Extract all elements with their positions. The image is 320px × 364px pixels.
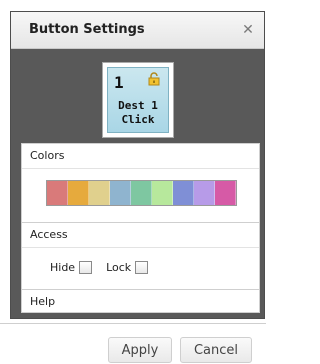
colors-panel: Colors — [21, 143, 260, 227]
lock-label: Lock — [106, 261, 132, 274]
button-preview-face: 1 Dest 1 Click — [107, 67, 169, 133]
color-swatch-9[interactable] — [215, 181, 236, 205]
color-swatch-5[interactable] — [131, 181, 152, 205]
close-icon[interactable]: ✕ — [240, 22, 256, 38]
button-number: 1 — [114, 73, 124, 92]
hide-checkbox[interactable] — [79, 261, 93, 274]
button-preview[interactable]: 1 Dest 1 Click — [102, 62, 174, 138]
dialog-titlebar: Button Settings ✕ — [11, 12, 264, 49]
color-swatch-row — [46, 180, 237, 206]
color-swatch-6[interactable] — [152, 181, 173, 205]
button-settings-dialog: Button Settings ✕ 1 Dest 1 Click Colors — [10, 11, 265, 319]
color-swatch-8[interactable] — [194, 181, 215, 205]
access-options: Hide Lock — [50, 261, 162, 274]
apply-button[interactable]: Apply — [108, 337, 172, 363]
access-panel: Access Hide Lock — [21, 222, 260, 292]
footer-divider — [0, 323, 266, 324]
access-panel-title: Access — [22, 223, 259, 248]
lock-checkbox[interactable] — [135, 261, 149, 274]
dialog-title: Button Settings — [29, 22, 145, 37]
hide-label: Hide — [50, 261, 76, 274]
color-swatch-2[interactable] — [68, 181, 89, 205]
button-label: Dest 1 Click — [118, 99, 158, 126]
cancel-button[interactable]: Cancel — [180, 337, 252, 363]
lock-icon — [148, 72, 160, 86]
help-panel[interactable]: Help — [21, 289, 260, 313]
color-swatch-7[interactable] — [173, 181, 194, 205]
color-swatch-3[interactable] — [89, 181, 110, 205]
color-swatch-1[interactable] — [47, 181, 68, 205]
color-swatch-4[interactable] — [110, 181, 131, 205]
colors-panel-title: Colors — [22, 144, 259, 169]
help-panel-title: Help — [30, 295, 56, 308]
